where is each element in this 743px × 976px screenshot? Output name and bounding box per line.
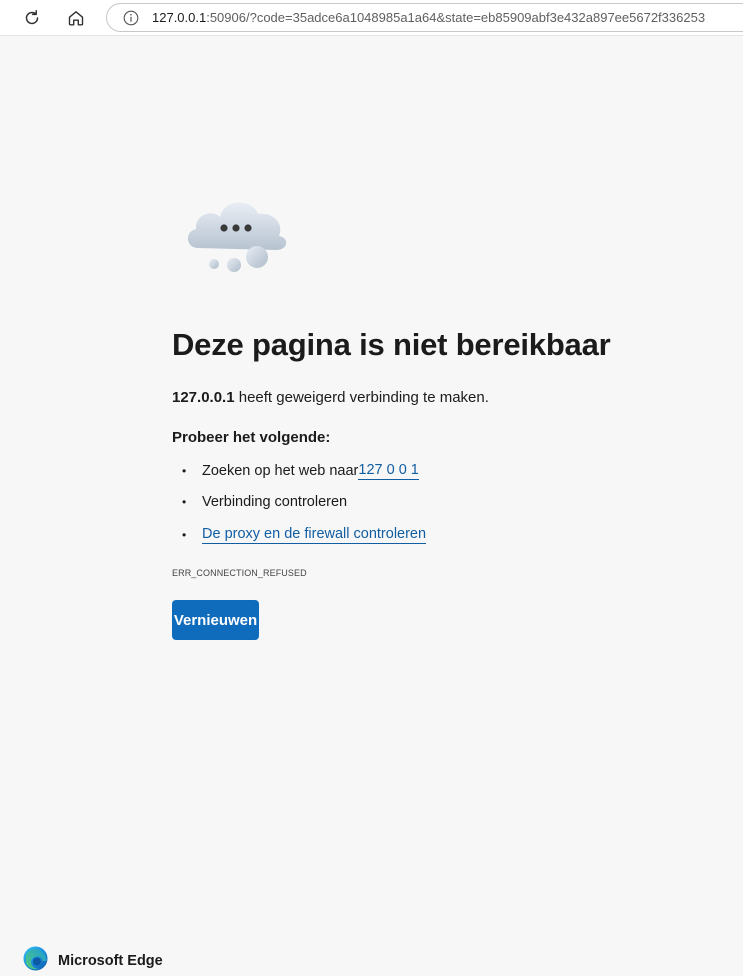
bullet: • (182, 495, 187, 509)
bullet: • (182, 464, 187, 478)
url-text[interactable]: 127.0.0.1:50906/?code=35adce6a1048985a1a… (152, 10, 705, 25)
info-icon[interactable] (122, 9, 140, 27)
search-web-link[interactable]: 127 0 0 1 (358, 462, 419, 480)
error-code: ERR_CONNECTION_REFUSED (172, 568, 307, 578)
url-path: :50906/?code=35adce6a1048985a1a64&state=… (206, 10, 706, 25)
edge-brand: Microsoft Edge (23, 946, 163, 976)
error-host: 127.0.0.1 (172, 389, 235, 406)
try-heading: Probeer het volgende: (172, 429, 331, 446)
suggestion-proxy: • De proxy en de firewall controleren (172, 526, 427, 544)
home-icon[interactable] (62, 4, 90, 32)
edge-logo-icon (23, 946, 48, 976)
suggestion-text: Verbinding controleren (202, 494, 348, 510)
suggestion-search: • Zoeken op het web naar 127 0 0 1 (172, 462, 419, 480)
url-host: 127.0.0.1 (152, 10, 207, 25)
browser-toolbar: 127.0.0.1:50906/?code=35adce6a1048985a1a… (0, 0, 743, 36)
page-title: Deze pagina is niet bereikbaar (172, 327, 611, 362)
proxy-firewall-link[interactable]: De proxy en de firewall controleren (202, 526, 427, 544)
suggestion-text: Zoeken op het web naar (202, 463, 359, 479)
suggestion-check-connection: • Verbinding controleren (172, 494, 347, 510)
error-message-text: heeft geweigerd verbinding te maken. (234, 389, 489, 406)
bullet: • (182, 528, 187, 542)
reload-button[interactable]: Vernieuwen (172, 600, 259, 640)
error-message: 127.0.0.1 heeft geweigerd verbinding te … (172, 389, 489, 406)
cloud-ellipsis-icon (180, 192, 292, 276)
address-bar[interactable]: 127.0.0.1:50906/?code=35adce6a1048985a1a… (106, 3, 743, 32)
refresh-icon[interactable] (18, 4, 46, 32)
edge-brand-name: Microsoft Edge (58, 953, 163, 969)
